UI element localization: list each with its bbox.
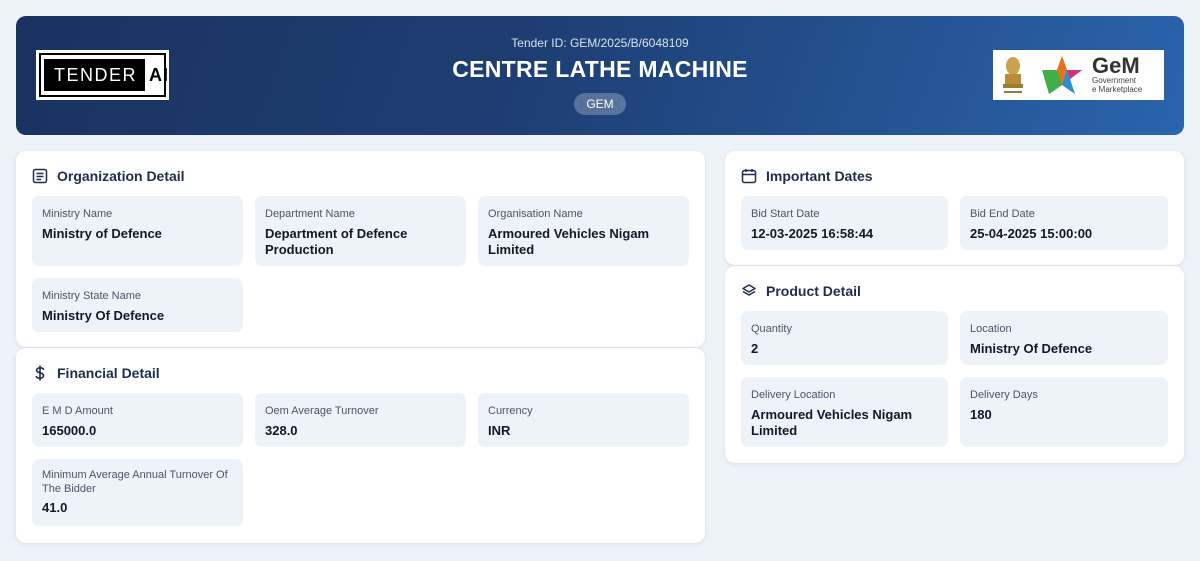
field-oem-average-turnover: Oem Average Turnover 328.0 (255, 393, 466, 447)
gem-logo: GeM Government e Marketplace (993, 50, 1164, 100)
field-organisation-name: Organisation Name Armoured Vehicles Niga… (478, 196, 689, 266)
field-minimum-average-annual-turnover: Minimum Average Annual Turnover Of The B… (32, 459, 243, 526)
field-label: Quantity (751, 323, 792, 335)
field-value: Ministry of Defence (42, 226, 162, 241)
field-department-name: Department Name Department of Defence Pr… (255, 196, 466, 266)
field-label: Bid End Date (970, 208, 1035, 220)
field-value: 328.0 (265, 423, 298, 438)
financial-detail-title: Financial Detail (57, 365, 160, 381)
field-label: Department Name (265, 208, 355, 220)
field-value: 25-04-2025 15:00:00 (970, 226, 1093, 241)
financial-detail-header: Financial Detail (32, 364, 160, 382)
national-emblem-icon (1003, 57, 1023, 93)
field-ministry-name: Ministry Name Ministry of Defence (32, 196, 243, 266)
gem-logo-line1: Government (1092, 76, 1137, 85)
field-label: Ministry State Name (42, 290, 142, 302)
layers-icon (742, 284, 756, 296)
tender-id: Tender ID: GEM/2025/B/6048109 (511, 36, 689, 50)
important-dates-title: Important Dates (766, 168, 873, 184)
field-value: Department of Defence Production (265, 226, 408, 257)
field-label: Bid Start Date (751, 208, 820, 220)
field-bid-start-date: Bid Start Date 12-03-2025 16:58:44 (741, 196, 948, 250)
field-bid-end-date: Bid End Date 25-04-2025 15:00:00 (960, 196, 1168, 250)
product-detail-card: Product Detail Quantity 2 Location Minis… (725, 266, 1184, 463)
field-label: Minimum Average Annual Turnover Of The B… (42, 469, 228, 495)
page-title: CENTRE LATHE MACHINE (452, 56, 748, 82)
tender-ai-logo: TENDER AI (36, 50, 169, 100)
field-value: 41.0 (42, 500, 68, 515)
field-value: INR (488, 423, 511, 438)
dollar-icon (35, 365, 45, 381)
important-dates-card: Important Dates Bid Start Date 12-03-202… (725, 151, 1184, 265)
product-detail-title: Product Detail (766, 283, 861, 299)
organization-detail-title: Organization Detail (57, 168, 185, 184)
field-delivery-days: Delivery Days 180 (960, 377, 1168, 447)
field-label: Oem Average Turnover (265, 405, 379, 417)
gem-logo-line2: e Marketplace (1092, 85, 1143, 94)
gem-star-icon (1042, 56, 1082, 94)
source-badge: GEM (574, 93, 626, 115)
financial-detail-card: Financial Detail E M D Amount 165000.0 O… (16, 348, 705, 543)
gem-logo-title: GeM (1092, 53, 1140, 78)
field-value: 2 (751, 341, 759, 356)
organization-detail-card: Organization Detail Ministry Name Minist… (16, 151, 705, 347)
logo-ai-text: AI (149, 64, 170, 85)
field-location: Location Ministry Of Defence (960, 311, 1168, 365)
field-label: Currency (488, 405, 533, 417)
field-value: Armoured Vehicles Nigam Limited (488, 226, 650, 257)
calendar-icon (741, 169, 757, 184)
field-emd-amount: E M D Amount 165000.0 (32, 393, 243, 447)
field-quantity: Quantity 2 (741, 311, 948, 365)
field-value: Ministry Of Defence (42, 308, 165, 323)
field-label: Organisation Name (488, 208, 583, 220)
field-currency: Currency INR (478, 393, 689, 447)
field-ministry-state-name: Ministry State Name Ministry Of Defence (32, 278, 243, 332)
header-center: Tender ID: GEM/2025/B/6048109 CENTRE LAT… (316, 36, 884, 115)
tender-header: TENDER AI Tender ID: GEM/2025/B/6048109 … (16, 16, 1184, 135)
field-value: 180 (970, 407, 992, 422)
product-detail-header: Product Detail (741, 282, 861, 300)
important-dates-header: Important Dates (741, 167, 873, 185)
field-label: Ministry Name (42, 208, 113, 220)
organization-detail-header: Organization Detail (32, 167, 185, 185)
document-list-icon (32, 168, 48, 184)
field-value: Ministry Of Defence (970, 341, 1093, 356)
field-label: Delivery Days (970, 389, 1038, 401)
field-value: Armoured Vehicles Nigam Limited (751, 407, 913, 438)
field-delivery-location: Delivery Location Armoured Vehicles Niga… (741, 377, 948, 447)
logo-tender-text: TENDER (44, 59, 146, 91)
field-value: 165000.0 (42, 423, 97, 438)
field-label: E M D Amount (42, 405, 113, 417)
field-label: Delivery Location (751, 389, 836, 401)
field-label: Location (970, 323, 1012, 335)
field-value: 12-03-2025 16:58:44 (751, 226, 874, 241)
